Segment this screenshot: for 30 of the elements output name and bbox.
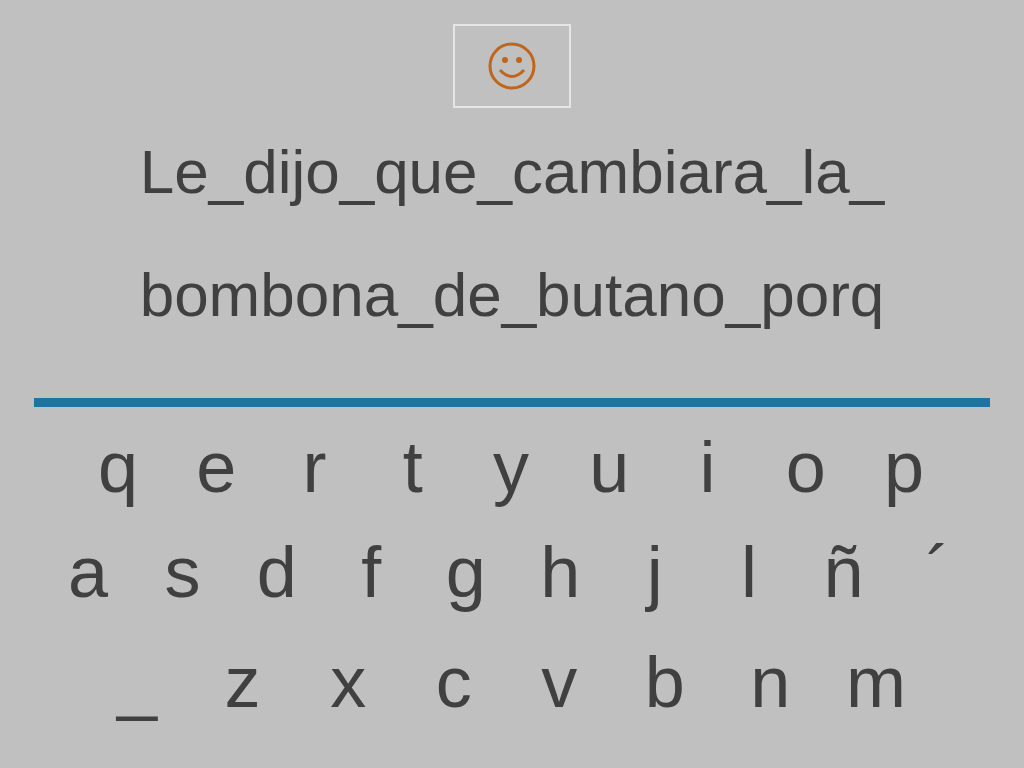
letter-key[interactable]: y	[481, 425, 541, 509]
smiley-icon	[487, 41, 537, 91]
sentence-line: bombona_de_butano_porq	[139, 259, 885, 331]
sentence-line: Le_dijo_que_cambiara_la_	[139, 136, 885, 208]
letter-key[interactable]: v	[529, 640, 590, 724]
letter-key[interactable]: s	[152, 530, 213, 614]
letter-key[interactable]: r	[284, 425, 345, 509]
letter-key[interactable]: ñ	[813, 530, 874, 614]
letter-key[interactable]: j	[624, 530, 685, 614]
letter-key[interactable]: f	[341, 530, 402, 614]
letter-key[interactable]: u	[579, 425, 640, 509]
letter-key[interactable]: h	[530, 530, 591, 614]
letter-key[interactable]: _	[107, 640, 167, 724]
letter-key[interactable]: i	[677, 425, 738, 509]
letter-key[interactable]: p	[874, 425, 934, 509]
letter-key[interactable]: z	[212, 640, 273, 724]
letter-key[interactable]: b	[634, 640, 695, 724]
letter-key[interactable]: a	[58, 530, 118, 614]
letter-key[interactable]: d	[246, 530, 307, 614]
letter-key[interactable]: ´	[907, 530, 968, 614]
letter-key[interactable]: q	[88, 425, 148, 509]
letter-key[interactable]: x	[318, 640, 379, 724]
letter-key[interactable]: m	[845, 640, 906, 724]
letter-key[interactable]: t	[382, 425, 443, 509]
letter-key[interactable]: n	[740, 640, 801, 724]
letter-key[interactable]: c	[423, 640, 484, 724]
letter-key[interactable]: l	[719, 530, 780, 614]
letter-key[interactable]: e	[186, 425, 247, 509]
letter-key[interactable]: o	[775, 425, 836, 509]
letter-key[interactable]: g	[435, 530, 496, 614]
